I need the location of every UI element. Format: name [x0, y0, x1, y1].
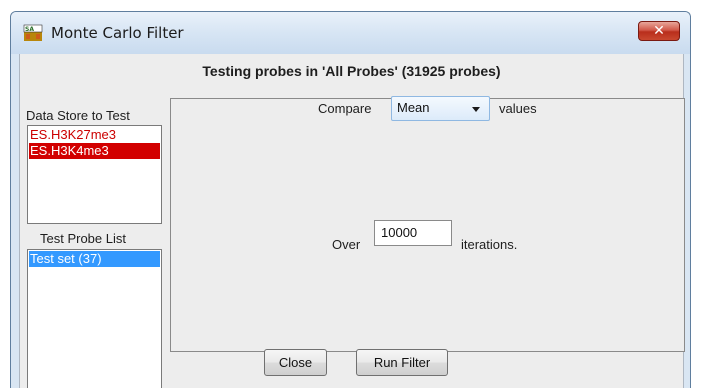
data-store-item-es-h3k4me3[interactable]: ES.H3K4me3	[29, 143, 160, 159]
window-close-button[interactable]: ✕	[638, 21, 680, 41]
iterations-input[interactable]: 10000	[374, 220, 452, 246]
compare-statistic-dropdown[interactable]: Mean	[391, 96, 490, 121]
title-bar[interactable]: SA Monte Carlo Filter ✕	[11, 12, 690, 54]
window-title: Monte Carlo Filter	[51, 24, 184, 42]
close-button[interactable]: Close	[264, 349, 327, 376]
test-probe-list-label: Test Probe List	[40, 231, 126, 246]
chevron-down-icon	[472, 107, 480, 112]
probe-list-item-test-set[interactable]: Test set (37)	[29, 251, 160, 267]
app-logo-icon: SA	[23, 24, 43, 41]
data-store-list[interactable]: ES.H3K27me3 ES.H3K4me3	[27, 125, 162, 224]
test-probe-list[interactable]: Test set (37)	[27, 249, 162, 388]
data-store-item-es-h3k27me3[interactable]: ES.H3K27me3	[29, 127, 160, 143]
data-store-label: Data Store to Test	[26, 108, 130, 123]
svg-text:SA: SA	[25, 26, 34, 33]
compare-selected-value: Mean	[397, 100, 430, 115]
dialog-heading: Testing probes in 'All Probes' (31925 pr…	[202, 63, 501, 79]
iterations-label: iterations.	[461, 237, 518, 252]
close-icon: ✕	[653, 23, 665, 39]
over-label: Over	[332, 237, 361, 252]
monte-carlo-filter-dialog: SA Monte Carlo Filter ✕ Testing probes i…	[10, 11, 691, 388]
run-filter-button[interactable]: Run Filter	[356, 349, 448, 376]
compare-label: Compare	[318, 101, 372, 116]
values-label: values	[499, 101, 537, 116]
